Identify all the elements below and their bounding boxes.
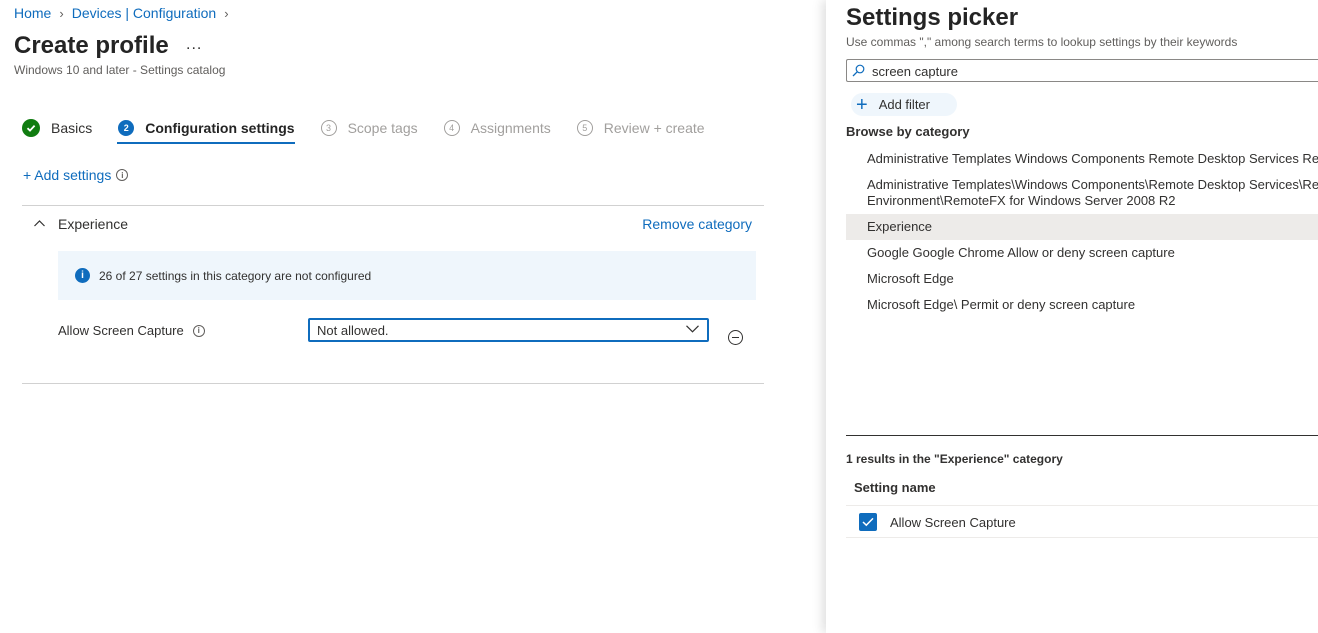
checkmark-icon bbox=[22, 119, 40, 137]
step-number: 4 bbox=[443, 120, 460, 136]
settings-search-input[interactable]: screen capture bbox=[846, 59, 1318, 82]
page-title: Create profile bbox=[14, 32, 169, 59]
row-divider bbox=[846, 537, 1318, 538]
info-icon[interactable]: i bbox=[116, 169, 129, 181]
category-item-label: Administrative Templates\Windows Compone… bbox=[867, 177, 1318, 192]
add-settings-link[interactable]: + Add settings i bbox=[23, 167, 129, 183]
step-label: Basics bbox=[51, 120, 93, 136]
category-item-label: Experience bbox=[867, 219, 933, 234]
search-value: screen capture bbox=[872, 64, 958, 79]
search-icon bbox=[852, 64, 865, 77]
divider bbox=[22, 383, 764, 384]
info-icon: i bbox=[75, 268, 90, 283]
plus-icon: + bbox=[856, 93, 868, 116]
step-assignments[interactable]: 4 Assignments bbox=[443, 114, 551, 142]
category-item-label: Microsoft Edge\ Permit or deny screen ca… bbox=[867, 297, 1136, 312]
step-review-create[interactable]: 5 Review + create bbox=[576, 114, 705, 142]
category-header: Experience Remove category bbox=[22, 206, 764, 242]
picker-hint: Use commas "," among search terms to loo… bbox=[846, 35, 1238, 49]
divider bbox=[846, 435, 1318, 436]
category-item-label: Google Google Chrome Allow or deny scree… bbox=[867, 245, 1175, 260]
step-basics[interactable]: Basics bbox=[22, 114, 92, 142]
category-name: Experience bbox=[58, 216, 129, 232]
chevron-right-icon: › bbox=[59, 5, 64, 21]
step-configuration-settings[interactable]: 2 Configuration settings bbox=[117, 114, 295, 144]
category-item-label-line2: Environment\RemoteFX for Windows Server … bbox=[867, 193, 1176, 208]
chevron-down-icon bbox=[686, 325, 699, 333]
wizard-steps: Basics 2 Configuration settings 3 Scope … bbox=[22, 114, 731, 144]
category-list-item[interactable]: Microsoft Edge\ Permit or deny screen ca… bbox=[846, 292, 1318, 318]
setting-row-label: Allow Screen Capture i bbox=[58, 323, 205, 338]
category-item-label: Microsoft Edge bbox=[867, 271, 954, 286]
step-label: Assignments bbox=[470, 120, 551, 136]
result-setting-name: Allow Screen Capture bbox=[890, 514, 1016, 530]
step-scope-tags[interactable]: 3 Scope tags bbox=[320, 114, 418, 142]
info-icon[interactable]: i bbox=[192, 324, 205, 337]
step-number: 3 bbox=[320, 120, 337, 136]
info-banner: i 26 of 27 settings in this category are… bbox=[58, 251, 756, 300]
category-item-label: Administrative Templates Windows Compone… bbox=[867, 151, 1318, 166]
checkbox-checked[interactable] bbox=[859, 513, 877, 531]
page-subtitle: Windows 10 and later - Settings catalog bbox=[14, 63, 226, 77]
remove-setting-icon[interactable] bbox=[728, 330, 743, 345]
add-filter-button[interactable]: + Add filter bbox=[851, 93, 957, 116]
chevron-up-icon[interactable] bbox=[34, 218, 45, 229]
step-label: Configuration settings bbox=[145, 120, 295, 136]
category-list-item[interactable]: Administrative Templates Windows Compone… bbox=[846, 146, 1318, 172]
breadcrumb: Home › Devices | Configuration › bbox=[14, 5, 237, 21]
more-options-button[interactable]: ... bbox=[186, 36, 202, 54]
browse-by-category-heading: Browse by category bbox=[846, 124, 970, 139]
category-list-item[interactable]: Microsoft Edge bbox=[846, 266, 1318, 292]
step-label: Review + create bbox=[603, 120, 705, 136]
step-number: 2 bbox=[118, 120, 135, 136]
row-divider bbox=[846, 505, 1318, 506]
column-header-setting-name[interactable]: Setting name bbox=[854, 480, 936, 495]
add-filter-label: Add filter bbox=[878, 97, 930, 112]
checkmark-icon bbox=[862, 517, 874, 527]
category-list-item-selected[interactable]: Experience bbox=[846, 214, 1318, 240]
breadcrumb-devices-link[interactable]: Devices | Configuration bbox=[72, 5, 216, 21]
breadcrumb-home-link[interactable]: Home bbox=[14, 5, 51, 21]
result-row[interactable]: Allow Screen Capture bbox=[846, 507, 1318, 537]
main-pane: Home › Devices | Configuration › Create … bbox=[0, 0, 826, 633]
picker-title: Settings picker bbox=[846, 4, 1019, 31]
category-list-item[interactable]: Google Google Chrome Allow or deny scree… bbox=[846, 240, 1318, 266]
remove-category-link[interactable]: Remove category bbox=[642, 216, 752, 232]
step-number: 5 bbox=[576, 120, 593, 136]
chevron-right-icon: › bbox=[224, 5, 229, 21]
step-label: Scope tags bbox=[347, 120, 418, 136]
setting-value-dropdown[interactable]: Not allowed. bbox=[308, 318, 709, 342]
category-list: Administrative Templates Windows Compone… bbox=[846, 146, 1318, 318]
category-list-item[interactable]: Administrative Templates\Windows Compone… bbox=[846, 172, 1318, 214]
settings-picker-panel: Settings picker Use commas "," among sea… bbox=[826, 0, 1318, 633]
setting-name: Allow Screen Capture bbox=[58, 323, 184, 338]
dropdown-selected-value: Not allowed. bbox=[317, 323, 389, 338]
info-banner-text: 26 of 27 settings in this category are n… bbox=[99, 268, 372, 283]
add-settings-label: + Add settings bbox=[23, 167, 112, 183]
results-heading: 1 results in the "Experience" category bbox=[846, 452, 1063, 466]
